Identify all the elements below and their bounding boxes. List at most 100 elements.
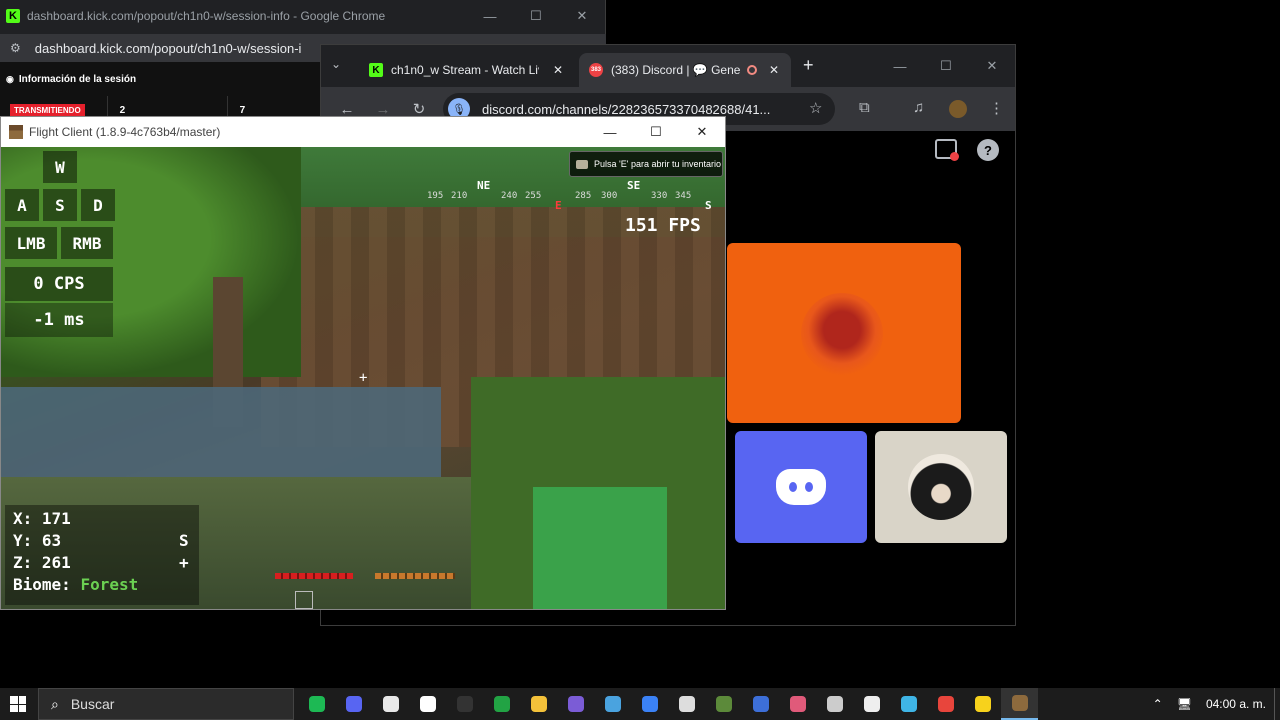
tray-chevron-icon[interactable]: ⌃: [1153, 697, 1163, 711]
taskbar-app-checkmark[interactable]: [668, 688, 705, 720]
extensions-icon[interactable]: ⧉: [859, 99, 870, 116]
maximize-button[interactable]: ☐: [513, 0, 559, 32]
kick-favicon-icon: K: [369, 63, 383, 77]
taskbar-app-file-explorer[interactable]: [520, 688, 557, 720]
tab-kick-stream[interactable]: K ch1n0_w Stream - Watch Liv ✕: [359, 53, 575, 87]
taskbar-app-app-yellow[interactable]: [964, 688, 1001, 720]
pinned-apps: [298, 688, 1038, 720]
game-viewport[interactable]: + W A S D LMB RMB 0 CPS -1 ms Pulsa 'E' …: [1, 147, 725, 609]
site-info-icon[interactable]: ⚙: [10, 41, 21, 55]
back-button[interactable]: ←: [337, 101, 357, 118]
taskbar-app-flight-client[interactable]: [1001, 688, 1038, 720]
minimize-button[interactable]: —: [467, 0, 513, 32]
new-tab-button[interactable]: +: [803, 55, 814, 76]
obs-icon: [826, 696, 843, 712]
taskbar-app-copilot[interactable]: [631, 688, 668, 720]
kick-titlebar[interactable]: K dashboard.kick.com/popout/ch1n0-w/sess…: [0, 0, 605, 32]
participant-tile-speaking[interactable]: [727, 243, 961, 423]
biome-value: Forest: [80, 575, 139, 594]
discord-url[interactable]: discord.com/channels/228236573370482688/…: [482, 102, 802, 117]
close-button[interactable]: ✕: [969, 45, 1015, 87]
taskbar-app-chrome[interactable]: [927, 688, 964, 720]
key-w: W: [43, 151, 77, 183]
taskbar-app-app-pink[interactable]: [779, 688, 816, 720]
key-rmb: RMB: [61, 227, 113, 259]
cps-counter: 0 CPS: [5, 267, 113, 301]
compass-tick: 330: [651, 191, 668, 201]
taskbar-app-discord[interactable]: [335, 688, 372, 720]
copilot-icon: [641, 696, 658, 712]
taskbar-search[interactable]: ⌕ Buscar: [38, 688, 294, 720]
coord-x: X: 171: [13, 509, 71, 528]
crosshair: +: [359, 370, 368, 386]
player-hand: [533, 487, 667, 609]
participant-tile-dog[interactable]: [875, 431, 1007, 543]
call-header-icons: ?: [935, 139, 999, 161]
maximize-button[interactable]: ☐: [633, 117, 679, 147]
xbox-icon: [493, 696, 510, 712]
tab-label: ch1n0_w Stream - Watch Liv: [391, 63, 539, 77]
bookmark-star-icon[interactable]: ☆: [809, 99, 822, 117]
media-control-icon[interactable]: ♫: [913, 99, 924, 116]
compass-ne: NE: [477, 179, 491, 192]
chrome-menu-icon[interactable]: ⋮: [989, 99, 1004, 117]
facing-sign: +: [179, 553, 189, 572]
search-placeholder: Buscar: [70, 696, 115, 712]
taskbar-app-store[interactable]: [594, 688, 631, 720]
screen-share-icon[interactable]: [935, 139, 959, 161]
close-button[interactable]: ✕: [679, 117, 725, 147]
coordinates-panel: X: 171 Y: 63 S Z: 261 + Biome: Forest: [5, 505, 199, 605]
taskbar: ⌕ Buscar ⌃ 🖥 04:00 a. m.: [0, 688, 1280, 720]
taskbar-app-app-dark[interactable]: [446, 688, 483, 720]
network-icon[interactable]: 🖥: [1177, 697, 1192, 711]
app-purple-icon: [567, 696, 584, 712]
biome-line: Biome: Forest: [13, 575, 138, 594]
start-button[interactable]: [0, 688, 36, 720]
tab-strip: ⌄ K ch1n0_w Stream - Watch Liv ✕ 383 (38…: [321, 45, 1015, 87]
show-desktop-button[interactable]: [1274, 688, 1280, 720]
mc-window-title: Flight Client (1.8.9-4c763b4/master): [29, 125, 221, 139]
clock[interactable]: 04:00 a. m.: [1206, 697, 1266, 711]
help-icon[interactable]: ?: [977, 139, 999, 161]
taskbar-app-app-cyan[interactable]: [890, 688, 927, 720]
tab-search-button[interactable]: ⌄: [331, 57, 341, 71]
compass-tick: 195: [427, 191, 444, 201]
taskbar-app-app-blue[interactable]: [742, 688, 779, 720]
tab-close-button[interactable]: ✕: [769, 63, 779, 77]
recording-icon: [747, 65, 757, 75]
tab-close-button[interactable]: ✕: [553, 63, 563, 77]
search-icon: ⌕: [51, 695, 59, 712]
minecraft-icon: [715, 696, 732, 712]
close-button[interactable]: ✕: [559, 0, 605, 32]
taskbar-app-spotify[interactable]: [298, 688, 335, 720]
taskbar-app-app-light[interactable]: [853, 688, 890, 720]
app-light-icon: [863, 696, 880, 712]
maximize-button[interactable]: ☐: [923, 45, 969, 87]
taskbar-app-app-purple[interactable]: [557, 688, 594, 720]
app-yellow-icon: [974, 696, 991, 712]
kick-url[interactable]: dashboard.kick.com/popout/ch1n0-w/sessio…: [35, 41, 335, 56]
taskbar-app-obs[interactable]: [816, 688, 853, 720]
app-cyan-icon: [900, 696, 917, 712]
avatar: [801, 293, 883, 375]
taskbar-app-app-white[interactable]: [372, 688, 409, 720]
flight-client-window: Flight Client (1.8.9-4c763b4/master) — ☐…: [0, 116, 726, 610]
store-icon: [604, 696, 621, 712]
taskbar-app-minecraft[interactable]: [705, 688, 742, 720]
book-icon: [576, 159, 588, 169]
taskbar-app-xbox[interactable]: [483, 688, 520, 720]
profile-avatar[interactable]: [949, 100, 967, 118]
tab-discord[interactable]: 383 (383) Discord | 💬 Gene ✕: [579, 53, 791, 87]
mc-titlebar[interactable]: Flight Client (1.8.9-4c763b4/master) — ☐…: [1, 117, 725, 147]
minimize-button[interactable]: —: [877, 45, 923, 87]
kick-window-title: dashboard.kick.com/popout/ch1n0-w/sessio…: [27, 9, 386, 23]
participant-tile-discord[interactable]: [735, 431, 867, 543]
health-bar: [275, 573, 353, 579]
inventory-tip-toast: Pulsa 'E' para abrir tu inventario: [569, 151, 723, 177]
minimize-button[interactable]: —: [587, 117, 633, 147]
session-heading-text: Información de la sesión: [18, 73, 137, 85]
forward-button[interactable]: →: [373, 101, 393, 118]
coord-z: Z: 261: [13, 553, 71, 572]
compass-hud: 195 210 NE 240 255 E 285 300 SE 330 345 …: [421, 177, 721, 212]
taskbar-app-clock-app[interactable]: [409, 688, 446, 720]
